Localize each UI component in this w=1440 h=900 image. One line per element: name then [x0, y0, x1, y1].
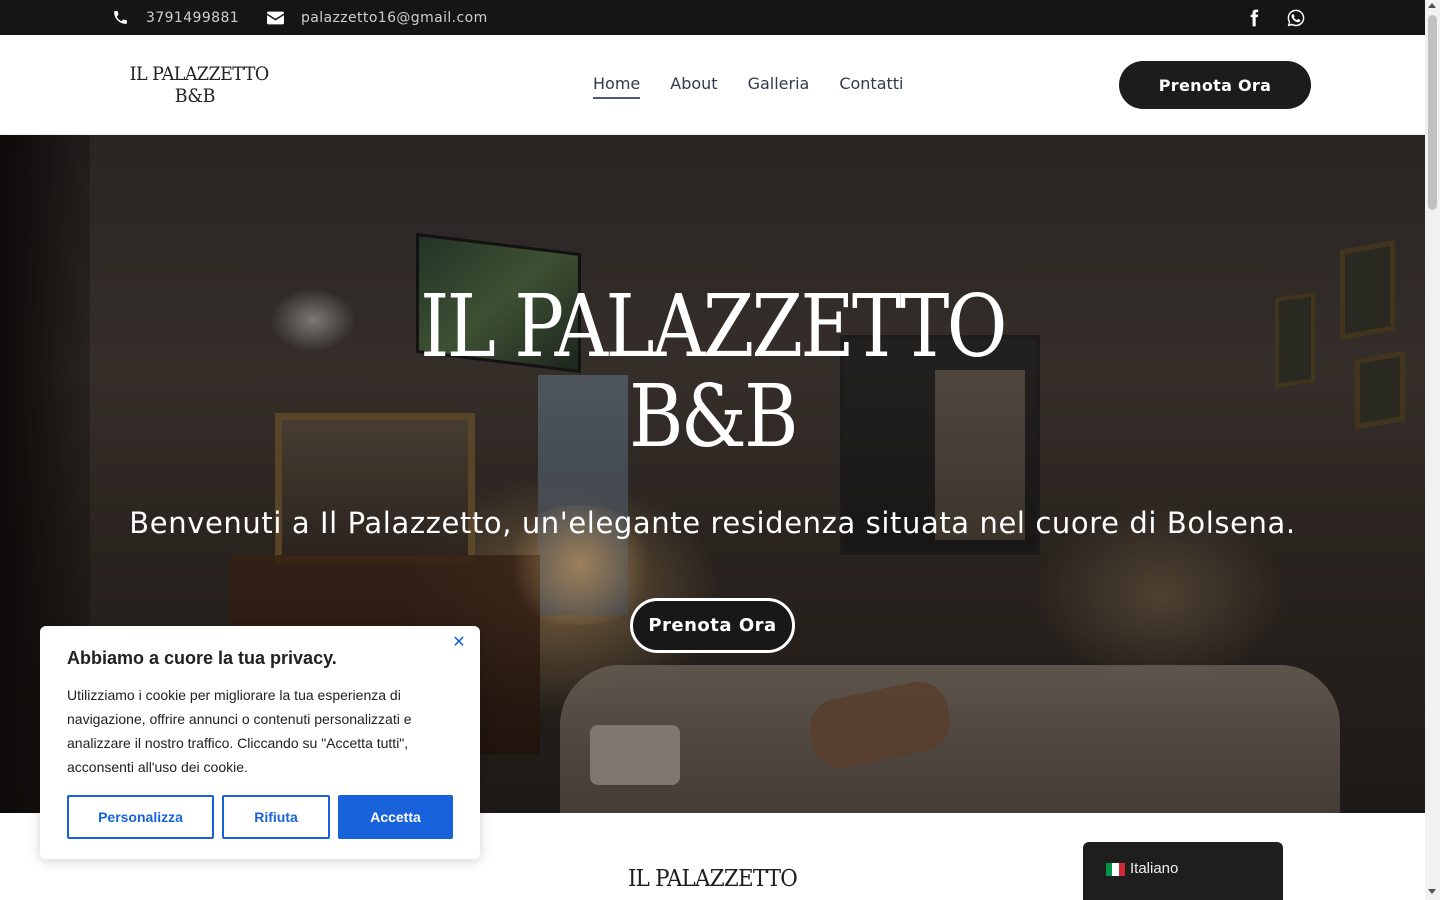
- italy-flag-icon: [1106, 863, 1125, 876]
- page-scrollbar[interactable]: [1425, 0, 1440, 900]
- book-now-hero-button[interactable]: Prenota Ora: [630, 598, 795, 653]
- envelope-icon: [267, 11, 284, 24]
- top-contact-bar: 3791499881 palazzetto16@gmail.com: [0, 0, 1425, 35]
- customize-button[interactable]: Personalizza: [67, 795, 214, 839]
- reject-button[interactable]: Rifiuta: [222, 795, 330, 839]
- scroll-up-arrow-icon[interactable]: [1428, 3, 1436, 8]
- nav-contatti[interactable]: Contatti: [839, 74, 903, 99]
- cookie-title: Abbiamo a cuore la tua privacy.: [67, 648, 337, 668]
- email-address[interactable]: palazzetto16@gmail.com: [301, 10, 488, 26]
- close-icon[interactable]: ✕: [452, 635, 466, 651]
- logo-line-2: B&B: [174, 85, 216, 107]
- site-header: IL PALAZZETTO B&B Home About Galleria Co…: [0, 35, 1425, 135]
- accept-button[interactable]: Accetta: [338, 795, 453, 839]
- phone-icon: [114, 11, 127, 24]
- hero-title-line-2: B&B: [629, 367, 798, 467]
- hero-title-line-1: IL PALAZZETTO: [420, 277, 1007, 377]
- email-contact[interactable]: palazzetto16@gmail.com: [267, 0, 488, 35]
- hero-subtitle: Benvenuti a Il Palazzetto, un'elegante r…: [129, 506, 1296, 540]
- nav-galleria[interactable]: Galleria: [748, 74, 810, 99]
- language-switcher[interactable]: Italiano: [1083, 842, 1283, 900]
- site-logo[interactable]: IL PALAZZETTO B&B: [124, 63, 269, 107]
- scroll-down-arrow-icon[interactable]: [1428, 889, 1436, 894]
- book-now-header-button[interactable]: Prenota Ora: [1119, 61, 1311, 109]
- whatsapp-icon[interactable]: [1286, 8, 1306, 28]
- nav-home[interactable]: Home: [593, 74, 641, 99]
- cookie-consent-banner: Abbiamo a cuore la tua privacy. ✕ Utiliz…: [40, 626, 480, 859]
- scrollbar-thumb[interactable]: [1428, 15, 1437, 210]
- logo-line-1: IL PALAZZETTO: [129, 63, 269, 85]
- nav-about[interactable]: About: [670, 74, 717, 99]
- section-logo: IL PALAZZETTO: [627, 866, 798, 892]
- language-label: Italiano: [1130, 860, 1179, 877]
- phone-contact[interactable]: 3791499881: [112, 0, 239, 35]
- cookie-description: Utilizziamo i cookie per migliorare la t…: [67, 687, 412, 775]
- main-nav: Home About Galleria Contatti: [593, 74, 934, 99]
- phone-number[interactable]: 3791499881: [146, 10, 239, 26]
- facebook-icon[interactable]: [1244, 8, 1264, 28]
